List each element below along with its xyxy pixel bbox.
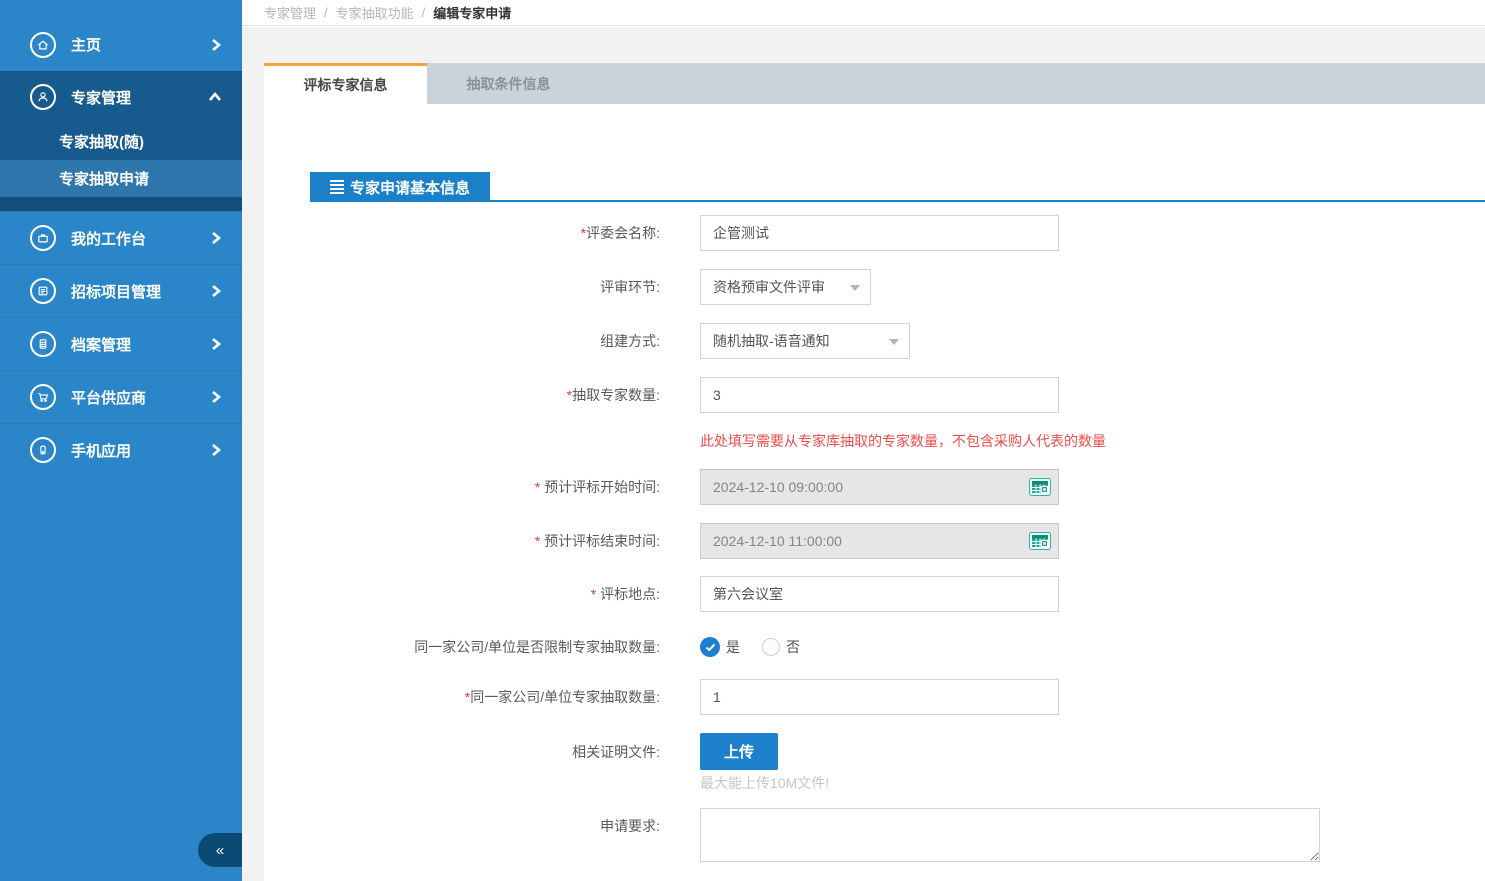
- breadcrumb-level1[interactable]: 专家管理: [264, 3, 316, 22]
- radio-no-label: 否: [786, 637, 800, 657]
- collapse-left-icon: «: [216, 842, 224, 859]
- tab-expert-info[interactable]: 评标专家信息: [264, 63, 427, 104]
- supplier-cart-icon: [30, 384, 56, 410]
- review-stage-value: 资格预审文件评审: [713, 277, 825, 297]
- sidebar-item-home[interactable]: 主页: [0, 18, 242, 71]
- chevron-right-icon: [210, 337, 222, 351]
- page-background-gutter: [242, 63, 264, 881]
- chevron-right-icon: [210, 38, 222, 52]
- sidebar-item-label: 手机应用: [71, 440, 131, 461]
- tab-label: 抽取条件信息: [467, 74, 551, 94]
- end-time-field[interactable]: 2024-12-10 11:00:00: [700, 523, 1059, 559]
- chevron-right-icon: [210, 231, 222, 245]
- mobile-app-icon: [30, 437, 56, 463]
- home-icon: [30, 32, 56, 58]
- chevron-right-icon: [210, 443, 222, 457]
- page: 主页 专家管理 专家抽取(随) 专家抽取申请: [0, 0, 1485, 881]
- radio-checked-icon: [700, 637, 720, 657]
- upload-hint: 最大能上传10M文件!: [700, 773, 829, 793]
- sidebar-subitem-expert-extraction-request[interactable]: 专家抽取申请: [0, 160, 242, 197]
- expert-count-hint: 此处填写需要从专家库抽取的专家数量，不包含采购人代表的数量: [700, 431, 1106, 451]
- same-company-count-input[interactable]: [700, 679, 1059, 715]
- breadcrumb-current: 编辑专家申请: [433, 3, 511, 22]
- breadcrumb-level2[interactable]: 专家抽取功能: [336, 3, 414, 22]
- sidebar-item-archive[interactable]: 档案管理: [0, 317, 242, 370]
- chevron-down-icon: [850, 285, 860, 291]
- expert-icon: [30, 84, 56, 110]
- radio-unchecked-icon: [762, 638, 780, 656]
- committee-name-input[interactable]: [700, 215, 1059, 251]
- sidebar-item-expert-management[interactable]: 专家管理: [0, 72, 242, 122]
- end-time-label: * 预计评标结束时间:: [264, 523, 660, 559]
- sidebar-item-label: 专家管理: [71, 87, 131, 108]
- sidebar-top-spacer: [0, 0, 242, 18]
- sidebar-item-label: 我的工作台: [71, 228, 146, 249]
- radio-option-no[interactable]: 否: [762, 637, 800, 657]
- sidebar-subitem-expert-extraction[interactable]: 专家抽取(随): [0, 122, 242, 160]
- section-title-tab: 专家申请基本信息: [310, 172, 490, 202]
- chevron-down-icon: [889, 339, 899, 345]
- breadcrumb: 专家管理 / 专家抽取功能 / 编辑专家申请: [242, 0, 1485, 26]
- archive-icon: [30, 331, 56, 357]
- sidebar: 主页 专家管理 专家抽取(随) 专家抽取申请: [0, 0, 242, 881]
- breadcrumb-separator: /: [422, 5, 426, 20]
- tender-project-icon: [30, 278, 56, 304]
- sidebar-item-label: 平台供应商: [71, 387, 146, 408]
- expert-count-input[interactable]: [700, 377, 1059, 413]
- page-background-band: [242, 27, 1485, 63]
- location-input[interactable]: [700, 576, 1059, 612]
- sidebar-item-label: 档案管理: [71, 334, 131, 355]
- limit-same-company-radio-group: 是 否: [700, 637, 800, 657]
- radio-option-yes[interactable]: 是: [700, 637, 740, 657]
- section-title: 专家申请基本信息: [350, 177, 470, 198]
- upload-button[interactable]: 上传: [700, 733, 778, 770]
- radio-yes-label: 是: [726, 637, 740, 657]
- certificate-label: 相关证明文件:: [264, 734, 660, 770]
- sidebar-group-footer: [0, 197, 242, 211]
- chevron-right-icon: [210, 284, 222, 298]
- sidebar-subitem-label: 专家抽取(随): [59, 131, 144, 152]
- requirements-label: 申请要求:: [264, 808, 660, 844]
- chevron-up-icon: [208, 91, 222, 103]
- formation-method-select[interactable]: 随机抽取-语音通知: [700, 323, 910, 359]
- chevron-right-icon: [210, 390, 222, 404]
- sidebar-item-mobile-app[interactable]: 手机应用: [0, 423, 242, 476]
- section-header: 专家申请基本信息: [310, 172, 1485, 202]
- sidebar-item-tender-project[interactable]: 招标项目管理: [0, 264, 242, 317]
- calendar-icon[interactable]: [1029, 478, 1051, 496]
- sidebar-group-expert-management: 专家管理 专家抽取(随) 专家抽取申请: [0, 71, 242, 211]
- formation-method-label: 组建方式:: [264, 323, 660, 359]
- start-time-value: 2024-12-10 09:00:00: [713, 479, 843, 495]
- requirements-textarea[interactable]: [700, 808, 1320, 862]
- formation-method-value: 随机抽取-语音通知: [713, 331, 830, 351]
- review-stage-select[interactable]: 资格预审文件评审: [700, 269, 871, 305]
- tab-extraction-conditions[interactable]: 抽取条件信息: [427, 63, 590, 104]
- sidebar-item-workbench[interactable]: 我的工作台: [0, 211, 242, 264]
- end-time-value: 2024-12-10 11:00:00: [713, 533, 842, 549]
- limit-same-company-label: 同一家公司/单位是否限制专家抽取数量:: [264, 629, 660, 665]
- sidebar-item-supplier[interactable]: 平台供应商: [0, 370, 242, 423]
- same-company-count-label: *同一家公司/单位专家抽取数量:: [264, 679, 660, 715]
- workbench-icon: [30, 225, 56, 251]
- list-icon: [330, 180, 344, 194]
- sidebar-collapse-button[interactable]: «: [198, 833, 242, 867]
- review-stage-label: 评审环节:: [264, 269, 660, 305]
- committee-name-label: *评委会名称:: [264, 215, 660, 251]
- tab-label: 评标专家信息: [304, 75, 388, 95]
- breadcrumb-separator: /: [324, 5, 328, 20]
- sidebar-item-label: 招标项目管理: [71, 281, 161, 302]
- expert-count-label: *抽取专家数量:: [264, 377, 660, 413]
- start-time-label: * 预计评标开始时间:: [264, 469, 660, 505]
- location-label: * 评标地点:: [264, 576, 660, 612]
- calendar-icon[interactable]: [1029, 532, 1051, 550]
- sidebar-item-label: 主页: [71, 34, 101, 55]
- sidebar-subitem-label: 专家抽取申请: [59, 168, 149, 189]
- start-time-field[interactable]: 2024-12-10 09:00:00: [700, 469, 1059, 505]
